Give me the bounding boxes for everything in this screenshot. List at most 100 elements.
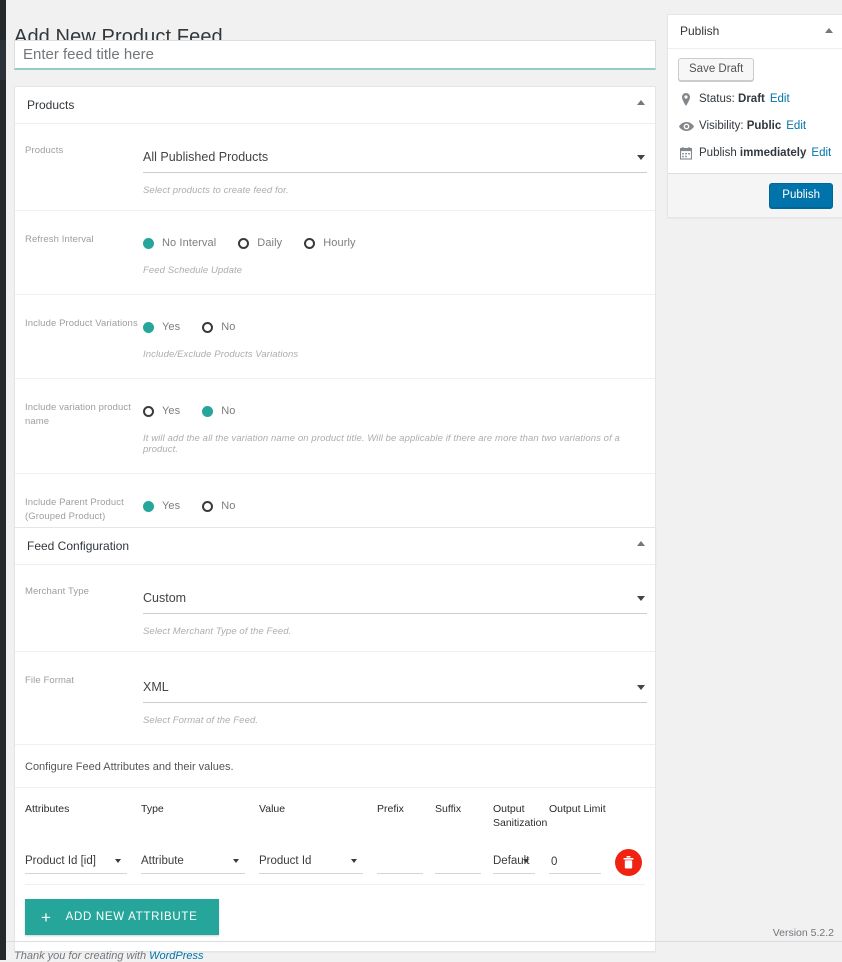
chevron-down-icon[interactable]: [233, 859, 239, 864]
footer-divider: [6, 941, 842, 942]
form-row-include-variations: Include Product Variations Yes No Includ…: [15, 295, 655, 379]
attributes-table-header: Attributes Type Value Prefix Suffix Outp…: [25, 788, 645, 840]
radio-dot-empty-icon: [304, 237, 316, 249]
form-row-refresh-interval: Refresh Interval No Interval Daily Hourl…: [15, 211, 655, 295]
products-select[interactable]: All Published Products: [143, 144, 647, 173]
publish-schedule-value: immediately: [739, 147, 807, 160]
row-output-sanitization-select[interactable]: Default: [493, 851, 535, 875]
variation-product-name-helper-text: It will add the all the variation name o…: [143, 433, 620, 455]
radio-label: No: [221, 500, 236, 512]
file-format-select[interactable]: XML: [143, 674, 647, 703]
chevron-up-icon[interactable]: [825, 28, 833, 33]
row-output-limit-input[interactable]: [549, 851, 601, 874]
radio-variation-name-no[interactable]: No: [202, 405, 235, 417]
wp-footer-thanks: Thank you for creating with WordPress: [14, 950, 204, 962]
publish-visibility-prefix: Visibility:: [699, 120, 744, 133]
publish-visibility-value: Public: [746, 120, 782, 133]
delete-attribute-button[interactable]: [615, 849, 642, 877]
calendar-icon: [678, 147, 694, 160]
form-label-file-format: File Format: [25, 675, 75, 686]
radio-hourly[interactable]: Hourly: [304, 237, 356, 249]
radio-dot-selected-icon: [143, 500, 154, 512]
publish-box-header[interactable]: Publish: [668, 15, 842, 49]
radio-label: Hourly: [323, 237, 356, 249]
row-type-select[interactable]: Attribute: [141, 851, 245, 875]
trash-icon: [623, 856, 634, 869]
radio-label: Daily: [257, 237, 283, 249]
chevron-up-icon[interactable]: [637, 541, 645, 546]
refresh-interval-helper-text: Feed Schedule Update: [143, 265, 243, 276]
column-header-output-sanitization: Output Sanitization: [493, 803, 548, 830]
radio-label: Yes: [162, 405, 181, 417]
include-variations-radio-group: Yes No: [143, 317, 647, 337]
radio-include-variations-no[interactable]: No: [202, 321, 235, 333]
add-new-attribute-label: ADD NEW ATTRIBUTE: [65, 911, 198, 924]
radio-dot-empty-icon: [238, 237, 250, 249]
form-label-include-variations: Include Product Variations: [25, 318, 138, 329]
feed-title-input[interactable]: [14, 40, 656, 70]
radio-label: Yes: [162, 321, 181, 333]
row-attribute-select[interactable]: Product Id [id]: [25, 851, 127, 875]
edit-schedule-link[interactable]: Edit: [811, 145, 831, 162]
chevron-down-icon[interactable]: [637, 155, 645, 160]
publish-status-value: Draft: [738, 92, 765, 105]
include-variations-helper-text: Include/Exclude Products Variations: [143, 349, 299, 360]
publish-box-body: Save Draft Status: Draft Edit Visibility…: [668, 49, 842, 173]
row-prefix-input[interactable]: [377, 851, 423, 874]
attributes-table: Attributes Type Value Prefix Suffix Outp…: [15, 788, 655, 886]
publish-schedule-line: Publish immediately Edit: [678, 145, 833, 162]
products-panel-header[interactable]: Products: [15, 87, 655, 124]
chevron-down-icon[interactable]: [351, 859, 357, 864]
feed-configuration-panel: Feed Configuration Merchant Type Custom …: [14, 527, 656, 953]
feed-title-field-wrap: [14, 40, 656, 70]
publish-button[interactable]: Publish: [769, 182, 833, 208]
products-panel-body: Products All Published Products Select p…: [15, 124, 655, 565]
wp-version-label: Version 5.2.2: [772, 927, 834, 939]
radio-no-interval[interactable]: No Interval: [143, 237, 216, 249]
form-label-products: Products: [25, 145, 64, 156]
radio-label: No: [221, 405, 236, 417]
column-header-output-limit: Output Limit: [549, 803, 606, 815]
radio-include-variations-yes[interactable]: Yes: [143, 321, 180, 333]
save-draft-button[interactable]: Save Draft: [678, 57, 755, 81]
pin-icon: [678, 92, 694, 106]
edit-status-link[interactable]: Edit: [770, 91, 790, 108]
chevron-down-icon[interactable]: [523, 859, 529, 864]
add-new-attribute-button[interactable]: + ADD NEW ATTRIBUTE: [25, 899, 220, 936]
variation-product-name-radio-group: Yes No: [143, 401, 647, 421]
radio-dot-empty-icon: [143, 405, 154, 417]
edit-visibility-link[interactable]: Edit: [786, 118, 806, 135]
form-label-merchant-type: Merchant Type: [25, 586, 89, 597]
include-parent-product-radio-group: Yes No: [143, 496, 647, 516]
feed-configuration-panel-body: Merchant Type Custom Select Merchant Typ…: [15, 565, 655, 951]
merchant-type-helper-text: Select Merchant Type of the Feed.: [143, 626, 292, 637]
row-suffix-input[interactable]: [435, 851, 481, 874]
column-header-attributes: Attributes: [25, 803, 70, 815]
wordpress-link[interactable]: WordPress: [149, 950, 203, 962]
radio-variation-name-yes[interactable]: Yes: [143, 405, 180, 417]
attributes-intro-text: Configure Feed Attributes and their valu…: [15, 745, 655, 788]
publish-status-line: Status: Draft Edit: [678, 91, 833, 108]
file-format-select-value: XML: [143, 680, 169, 694]
eye-icon: [678, 121, 694, 132]
radio-parent-product-yes[interactable]: Yes: [143, 500, 180, 512]
row-type-value: Attribute: [141, 855, 184, 868]
radio-parent-product-no[interactable]: No: [202, 500, 235, 512]
chevron-down-icon[interactable]: [637, 596, 645, 601]
chevron-down-icon[interactable]: [637, 685, 645, 690]
column-header-value: Value: [259, 803, 286, 815]
chevron-up-icon[interactable]: [637, 100, 645, 105]
products-helper-text: Select products to create feed for.: [143, 185, 289, 196]
radio-label: No Interval: [162, 237, 217, 249]
feed-configuration-panel-header[interactable]: Feed Configuration: [15, 528, 655, 565]
column-header-type: Type: [141, 803, 164, 815]
publish-status-prefix: Status:: [699, 92, 735, 105]
radio-dot-selected-icon: [202, 405, 214, 417]
publish-box-title: Publish: [680, 24, 720, 38]
merchant-type-select[interactable]: Custom: [143, 585, 647, 614]
radio-dot-empty-icon: [202, 500, 214, 512]
radio-daily[interactable]: Daily: [238, 237, 282, 249]
row-value-select[interactable]: Product Id: [259, 851, 363, 875]
chevron-down-icon[interactable]: [115, 859, 121, 864]
merchant-type-select-value: Custom: [143, 591, 187, 605]
